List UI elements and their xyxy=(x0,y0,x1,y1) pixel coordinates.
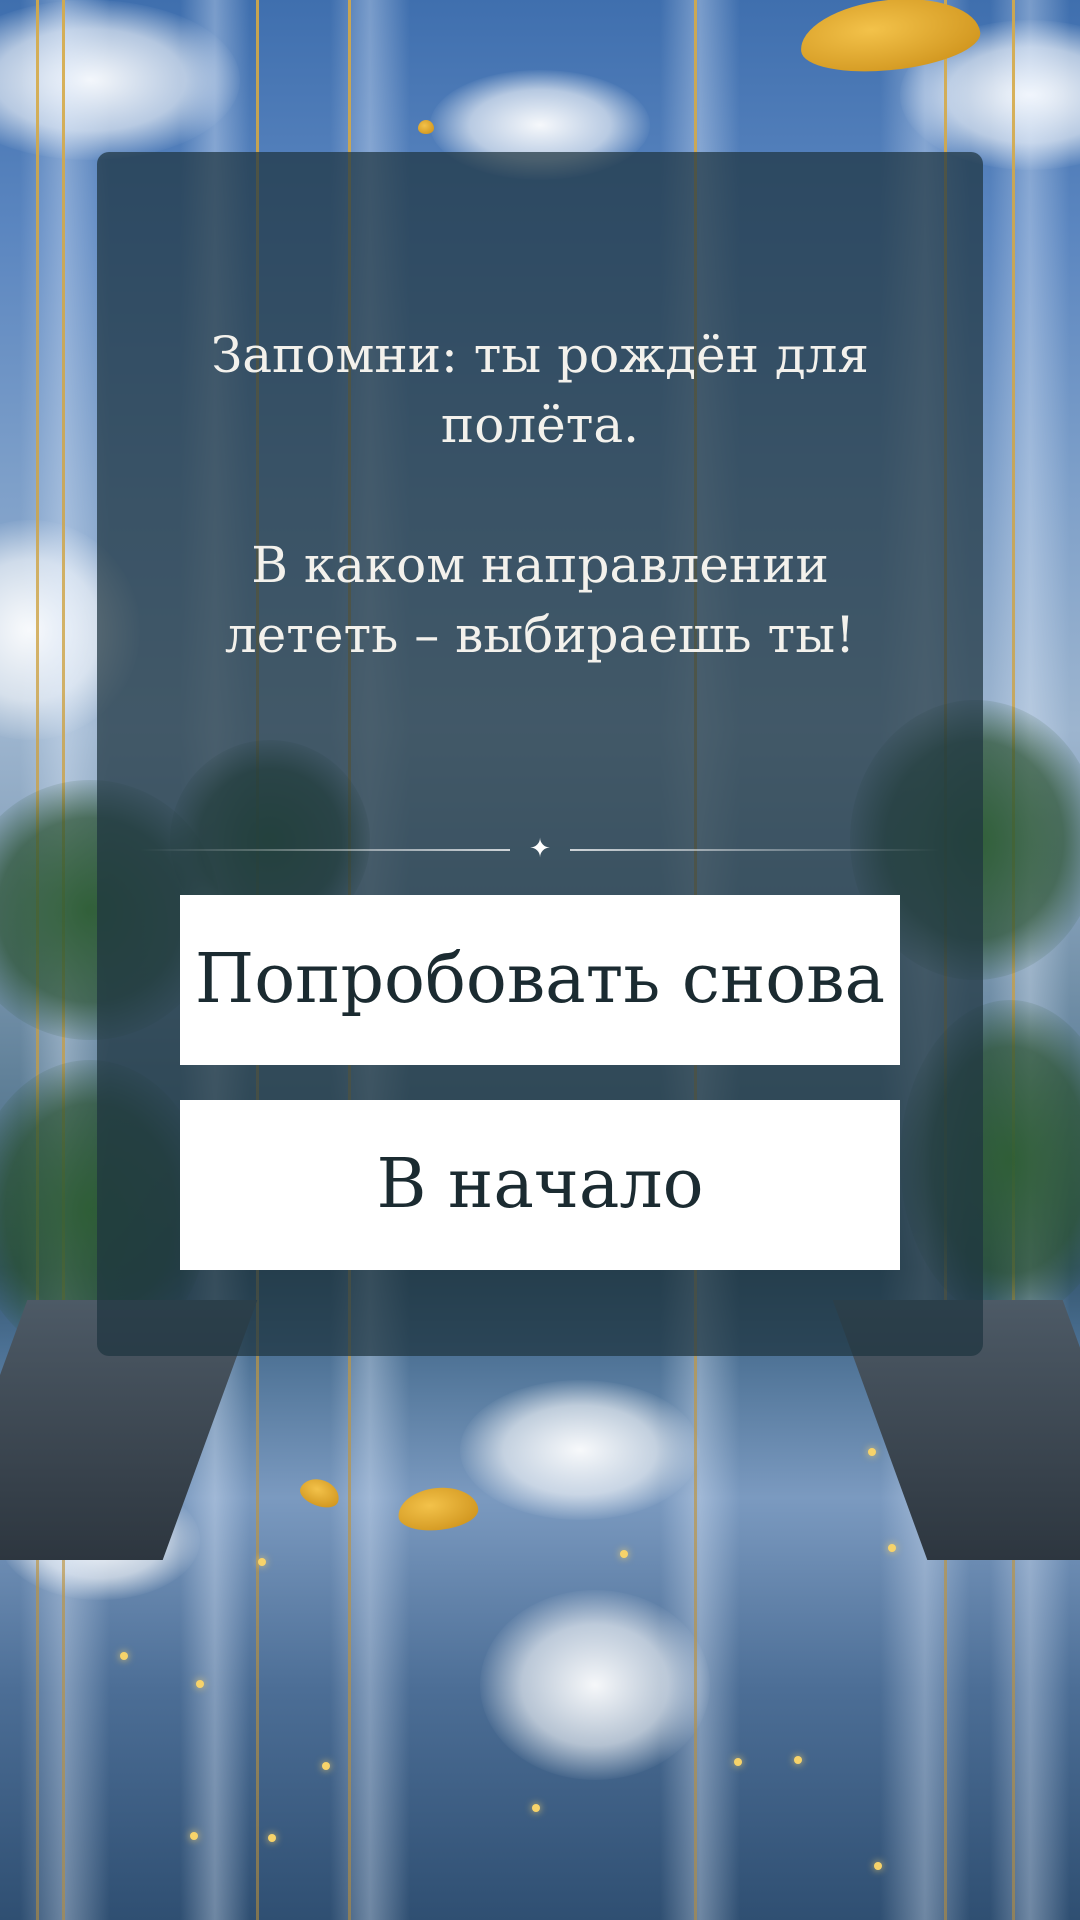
sparkle-dot xyxy=(258,1558,266,1566)
sparkle-dot xyxy=(190,1832,198,1840)
message-line-birth: Запомни: ты рождён для полёта. xyxy=(211,326,869,454)
sparkle-dot xyxy=(120,1652,128,1660)
sparkle-dot xyxy=(888,1544,896,1552)
sparkle-dot xyxy=(734,1758,742,1766)
sparkle-dot xyxy=(620,1550,628,1558)
message-line-direction: В каком направлении лететь – выбираешь т… xyxy=(224,536,856,664)
sparkle-dot xyxy=(268,1834,276,1842)
divider-line-right xyxy=(570,849,940,851)
message-block: Запомни: ты рождён для полёта. В каком н… xyxy=(0,320,1080,670)
divider-line-left xyxy=(140,849,510,851)
try-again-button[interactable]: Попробовать снова xyxy=(180,895,900,1065)
sparkle-dot xyxy=(874,1862,882,1870)
sparkle-dot xyxy=(532,1804,540,1812)
divider: ✦ xyxy=(140,835,940,863)
sparkle-star-icon: ✦ xyxy=(529,834,551,864)
sparkle-dot xyxy=(868,1448,876,1456)
sparkle-dot xyxy=(322,1762,330,1770)
sparkle-dot xyxy=(794,1756,802,1764)
sparkle-dot xyxy=(196,1680,204,1688)
floating-leaf xyxy=(418,120,434,134)
back-to-start-button[interactable]: В начало xyxy=(180,1100,900,1270)
